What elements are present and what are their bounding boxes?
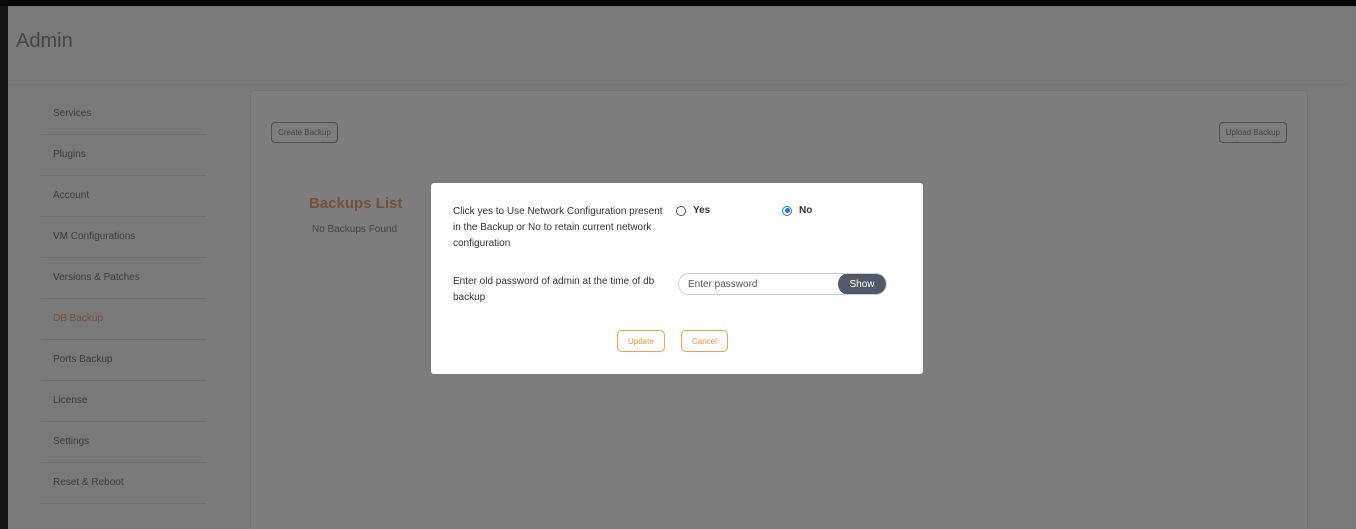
update-button[interactable]: Update [617, 330, 665, 352]
cancel-button[interactable]: Cancel [681, 330, 728, 352]
radio-yes[interactable]: Yes [676, 205, 710, 216]
password-field-group: Show [678, 273, 887, 295]
radio-yes-circle-icon[interactable] [676, 205, 686, 216]
radio-yes-label: Yes [693, 205, 711, 216]
show-password-button[interactable]: Show [838, 274, 886, 294]
old-password-input[interactable] [679, 274, 838, 294]
old-password-question: Enter old password of admin at the time … [453, 276, 655, 303]
network-config-question: Click yes to Use Network Configuration p… [453, 206, 663, 249]
radio-no-label: No [799, 205, 813, 216]
restore-backup-dialog: Click yes to Use Network Configuration p… [431, 183, 923, 374]
radio-no-selected-icon[interactable] [782, 205, 792, 216]
radio-no[interactable]: No [782, 205, 812, 216]
